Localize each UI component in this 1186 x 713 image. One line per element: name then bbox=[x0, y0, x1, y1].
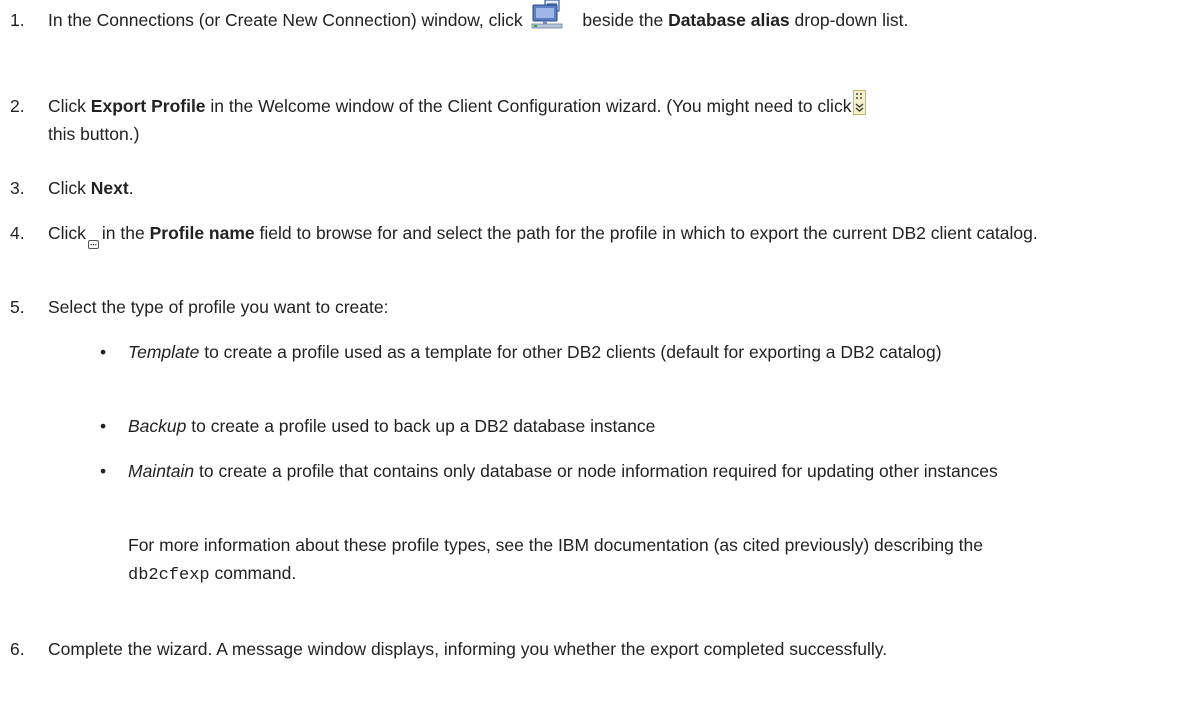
step-number: 2. bbox=[10, 96, 25, 116]
step-number: 3. bbox=[10, 178, 25, 198]
browse-icon[interactable] bbox=[87, 229, 99, 249]
list-item-text: Template to create a profile used as a t… bbox=[128, 342, 942, 362]
step-text: Select the type of profile you want to c… bbox=[48, 297, 389, 317]
instruction-document: 1. In the Connections (or Create New Con… bbox=[0, 0, 1186, 713]
step-text: Click Next. bbox=[48, 178, 134, 198]
command-code: db2cfexp bbox=[128, 566, 210, 585]
step-number: 1. bbox=[10, 10, 25, 30]
connection-wizard-icon[interactable] bbox=[530, 0, 566, 30]
step-text: In the Connections (or Create New Connec… bbox=[48, 0, 1154, 36]
step-number: 4. bbox=[10, 223, 25, 243]
step-number: 5. bbox=[10, 297, 25, 317]
bullet: • bbox=[100, 461, 107, 481]
bullet: • bbox=[100, 416, 107, 436]
step-number: 6. bbox=[10, 639, 25, 659]
note-text: For more information about these profile… bbox=[128, 535, 984, 585]
bullet: • bbox=[100, 342, 107, 362]
list-item-text: Maintain to create a profile that contai… bbox=[128, 461, 998, 481]
chevron-expand-icon[interactable] bbox=[853, 89, 867, 115]
step-text: Click Export Profile in the Welcome wind… bbox=[48, 89, 1170, 148]
step-text: Complete the wizard. A message window di… bbox=[48, 639, 888, 659]
list-item-text: Backup to create a profile used to back … bbox=[128, 416, 656, 436]
step-text: Click in the Profile name field to brows… bbox=[48, 219, 1170, 249]
